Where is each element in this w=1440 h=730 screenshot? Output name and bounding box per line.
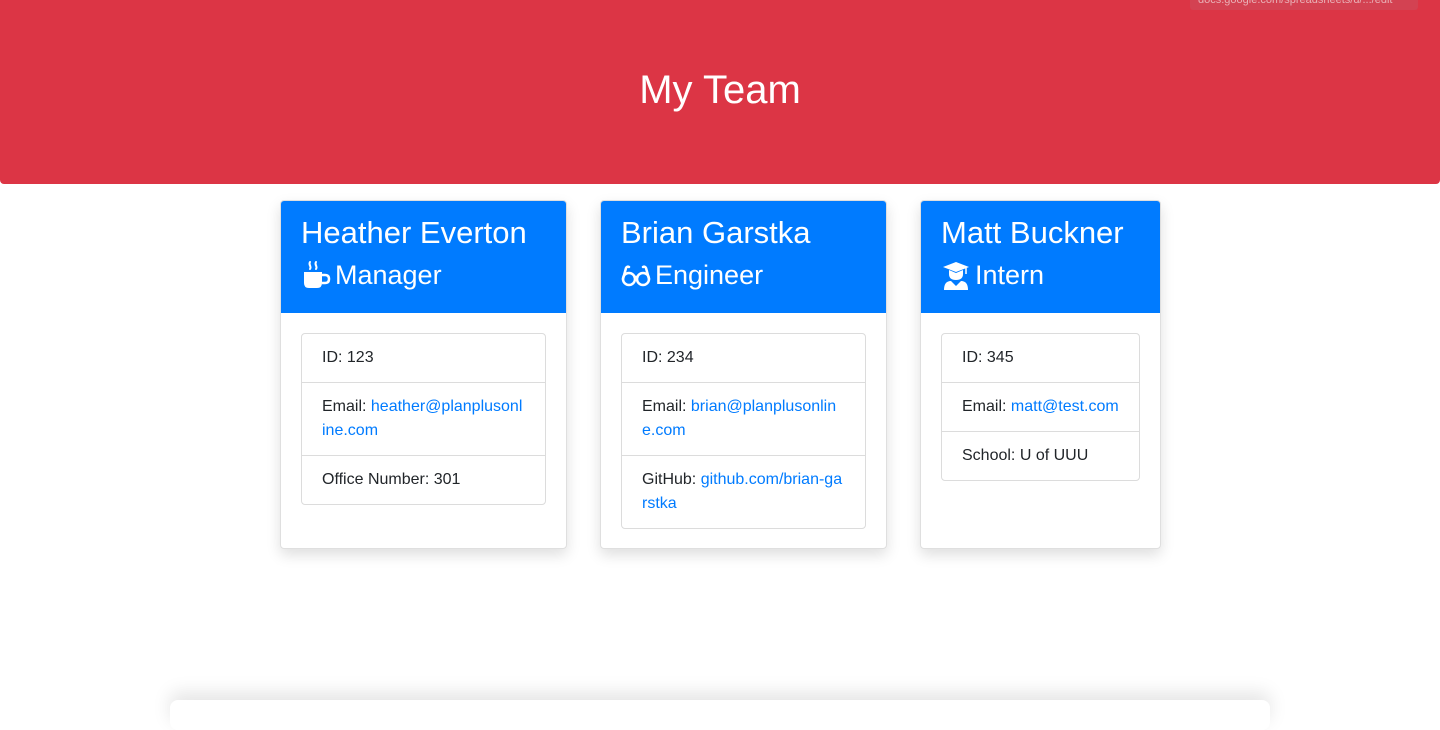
employee-details: ID: 234 Email: brian@planplusonline.com … <box>621 333 866 529</box>
role-label: Engineer <box>655 260 764 290</box>
github-profile: GitHub: github.com/brian-garstka <box>622 455 865 528</box>
employee-name: Brian Garstka <box>621 215 811 250</box>
employee-id: ID: 123 <box>322 349 374 366</box>
link-url-tooltip: docs.google.com/spreadsheets/d/.../edit <box>1190 0 1418 10</box>
graduate-icon <box>941 260 971 290</box>
employee-email: Email: heather@planplusonline.com <box>302 382 545 455</box>
bottom-panel-shadow <box>170 700 1270 730</box>
role-label: Manager <box>335 260 442 290</box>
card-header: Brian Garstka Engineer <box>601 201 886 313</box>
employee-role: Manager <box>301 255 546 295</box>
employee-email: Email: brian@planplusonline.com <box>622 382 865 455</box>
mug-icon <box>301 260 331 290</box>
page-header: My Team <box>0 0 1440 184</box>
employee-role: Engineer <box>621 255 866 295</box>
office-number: Office Number: 301 <box>302 455 545 504</box>
employee-name: Heather Everton <box>301 215 527 250</box>
employee-card-manager: Heather Everton Manager ID: 123 Email: h… <box>280 200 567 549</box>
card-header: Matt Buckner Intern <box>921 201 1160 313</box>
employee-role: Intern <box>941 255 1140 295</box>
employee-details: ID: 123 Email: heather@planplusonline.co… <box>301 333 546 505</box>
employee-details: ID: 345 Email: matt@test.com School: U o… <box>941 333 1140 481</box>
employee-email: Email: matt@test.com <box>942 382 1139 431</box>
employee-name: Matt Buckner <box>941 215 1124 250</box>
card-header: Heather Everton Manager <box>281 201 566 313</box>
school: School: U of UUU <box>942 431 1139 480</box>
employee-card-intern: Matt Buckner Intern ID: 345 Email: matt@… <box>920 200 1161 549</box>
page-title: My Team <box>639 68 801 112</box>
email-link[interactable]: matt@test.com <box>1011 398 1119 415</box>
employee-id: ID: 234 <box>642 349 694 366</box>
glasses-icon <box>621 260 651 290</box>
role-label: Intern <box>975 260 1045 290</box>
employee-id: ID: 345 <box>962 349 1014 366</box>
employee-card-engineer: Brian Garstka Engineer ID: 234 Email: br… <box>600 200 887 549</box>
